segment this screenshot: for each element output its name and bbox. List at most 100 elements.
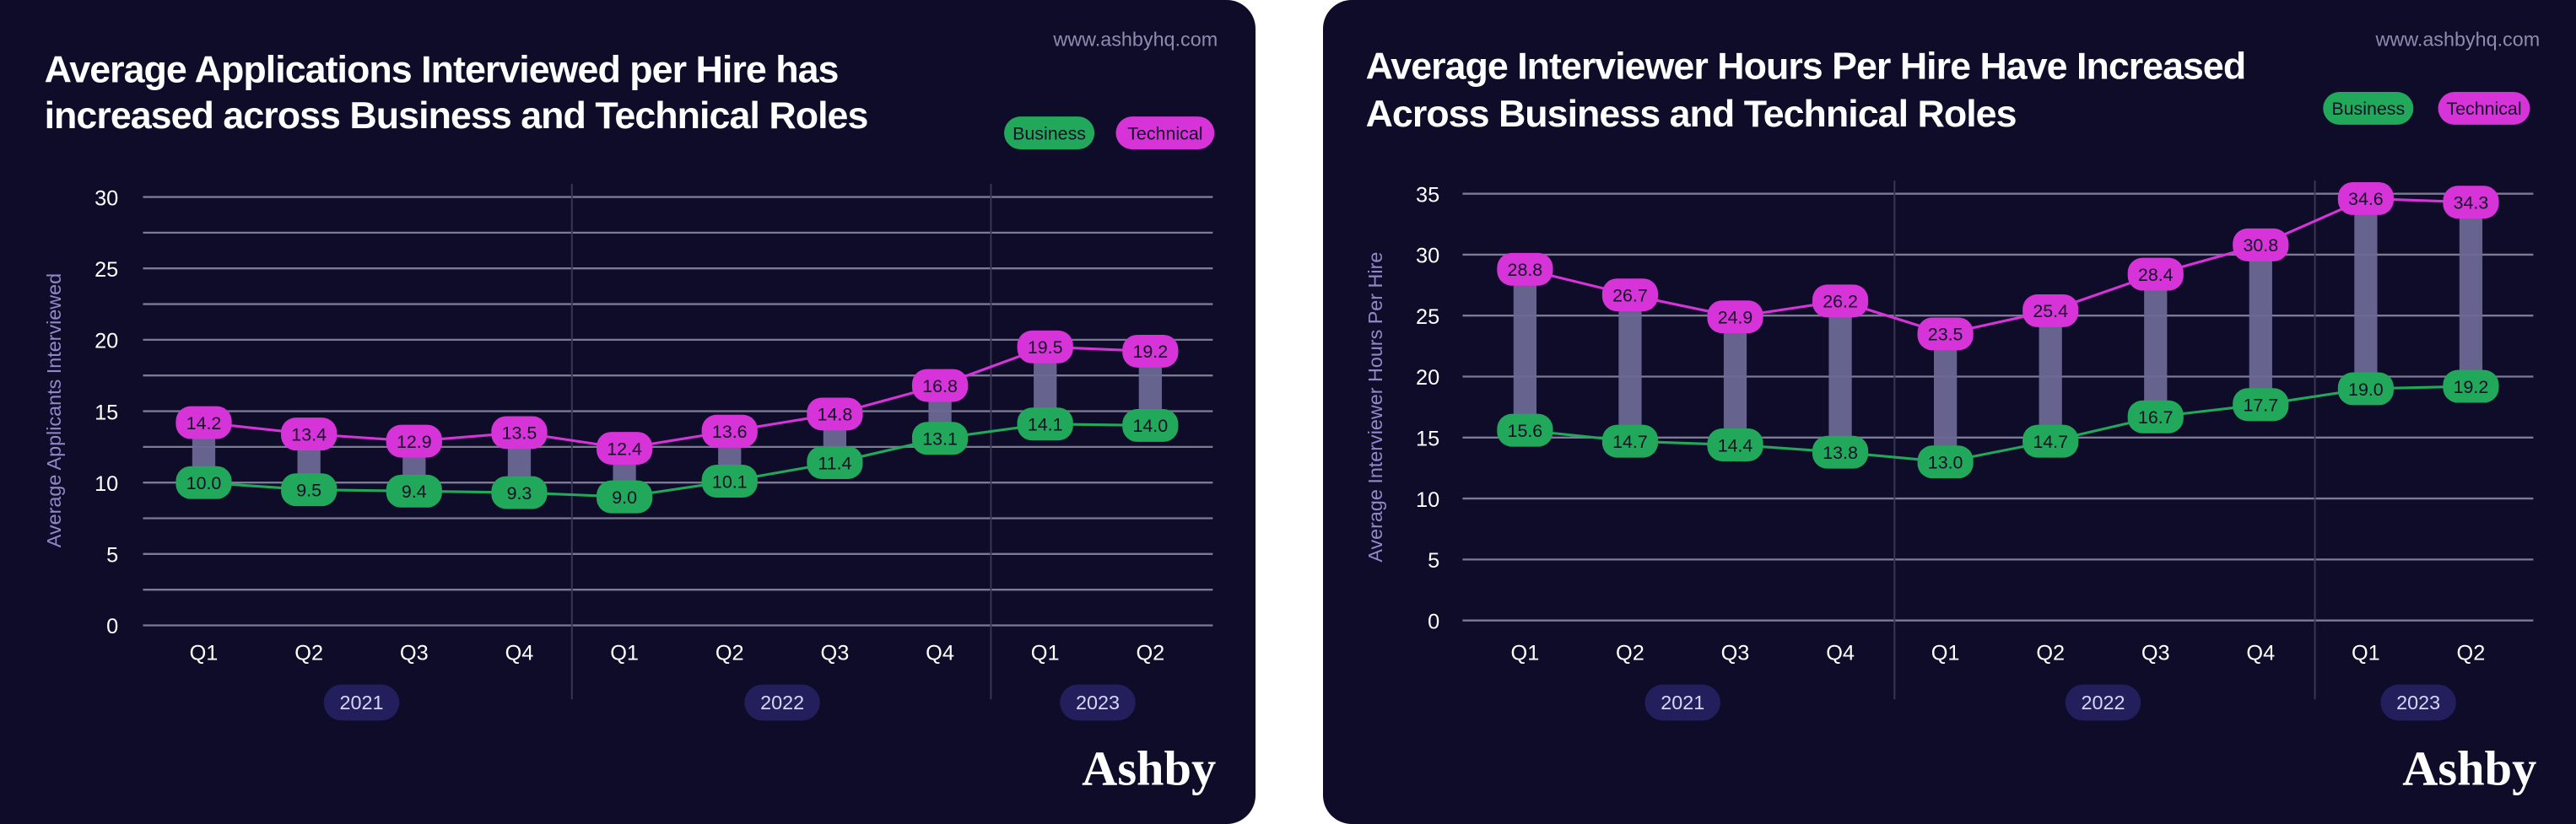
x-tick-label: Q1 xyxy=(1031,641,1060,665)
y-tick-label: 20 xyxy=(95,330,118,353)
data-label: 23.5 xyxy=(1928,325,1963,345)
legend-label: Business xyxy=(1013,123,1086,143)
range-bar xyxy=(2354,198,2378,389)
range-bar xyxy=(2144,274,2168,417)
chart-card-interviewer-hours: Average Interviewer Hours Per Hire Have … xyxy=(1323,0,2576,824)
legend-label: Technical xyxy=(1127,123,1202,143)
range-bar xyxy=(2459,202,2483,387)
chart-root: Average Applications Interviewed per Hir… xyxy=(43,29,1218,796)
data-label: 9.0 xyxy=(612,487,637,508)
data-label: 24.9 xyxy=(1718,307,1753,327)
data-label: 14.8 xyxy=(818,405,853,425)
range-bar xyxy=(1828,300,1852,453)
y-tick-label: 5 xyxy=(106,544,118,568)
series-line-business xyxy=(1525,385,2471,464)
x-tick-label: Q3 xyxy=(2141,641,2170,665)
data-label: 12.9 xyxy=(397,432,432,452)
year-label: 2023 xyxy=(2396,692,2440,714)
x-tick-label: Q1 xyxy=(1931,641,1960,665)
x-tick-label: Q2 xyxy=(1136,641,1164,665)
data-label: 14.0 xyxy=(1133,416,1169,436)
x-tick-label: Q1 xyxy=(190,641,219,665)
data-label: 10.0 xyxy=(186,473,222,493)
data-label: 9.4 xyxy=(402,482,427,502)
x-tick-label: Q3 xyxy=(1721,641,1750,665)
y-axis-title: Average Interviewer Hours Per Hire xyxy=(1364,252,1386,563)
x-tick-label: Q4 xyxy=(505,641,534,665)
y-tick-label: 5 xyxy=(1428,549,1439,573)
source-url: www.ashbyhq.com xyxy=(2375,28,2541,50)
y-tick-label: 25 xyxy=(1416,305,1439,329)
x-tick-label: Q1 xyxy=(1511,641,1540,665)
data-label: 14.2 xyxy=(186,413,222,434)
y-tick-label: 10 xyxy=(95,472,118,496)
range-bar xyxy=(1723,316,1747,445)
legend-label: Technical xyxy=(2446,99,2521,119)
year-label: 2023 xyxy=(1076,692,1120,714)
data-label: 12.4 xyxy=(607,439,642,459)
data-label: 13.4 xyxy=(291,424,327,444)
data-label: 25.4 xyxy=(2033,301,2068,321)
y-tick-label: 10 xyxy=(1416,488,1439,512)
range-bar xyxy=(1934,333,1958,462)
data-label: 16.7 xyxy=(2138,407,2174,428)
x-tick-label: Q4 xyxy=(1826,641,1855,665)
year-label: 2021 xyxy=(1661,692,1704,714)
legend: Business Technical xyxy=(2323,91,2530,125)
data-label: 28.8 xyxy=(1508,260,1543,280)
range-bar xyxy=(2249,245,2272,405)
data-label: 26.2 xyxy=(1823,292,1858,312)
chart-root: Average Interviewer Hours Per Hire Have … xyxy=(1364,28,2540,795)
chart-title-line: increased across Business and Technical … xyxy=(45,94,868,137)
legend: Business Technical xyxy=(1004,116,1215,150)
data-label: 19.2 xyxy=(1133,342,1169,362)
y-tick-label: 30 xyxy=(1416,245,1439,268)
y-tick-label: 15 xyxy=(1416,428,1439,451)
series-line-technical xyxy=(203,345,1151,450)
range-bar xyxy=(1618,294,1642,442)
data-label: 19.0 xyxy=(2348,380,2384,400)
y-tick-label: 15 xyxy=(95,401,118,424)
series-line-business xyxy=(203,423,1151,498)
chart-title-line: Average Applications Interviewed per Hir… xyxy=(45,48,839,90)
year-label: 2022 xyxy=(2082,692,2125,714)
year-label: 2021 xyxy=(339,692,383,714)
year-label: 2022 xyxy=(760,692,804,714)
data-label: 13.0 xyxy=(1928,453,1963,473)
range-bar xyxy=(1513,269,1537,431)
source-url: www.ashbyhq.com xyxy=(1052,29,1218,51)
data-label: 13.5 xyxy=(502,423,537,444)
chart-title-line: Across Business and Technical Roles xyxy=(1366,93,2017,135)
interviewer-hours-chart: Average Interviewer Hours Per Hire Have … xyxy=(1364,28,2540,795)
data-label: 13.6 xyxy=(712,422,748,442)
data-label: 34.3 xyxy=(2454,193,2489,213)
ashby-logo: Ashby xyxy=(2402,741,2536,795)
data-label: 11.4 xyxy=(818,453,851,473)
y-tick-label: 0 xyxy=(106,615,118,638)
y-tick-label: 30 xyxy=(95,186,118,210)
data-label: 30.8 xyxy=(2243,235,2278,256)
chart-title-line: Average Interviewer Hours Per Hire Have … xyxy=(1366,45,2246,87)
data-label: 13.8 xyxy=(1823,443,1858,463)
x-tick-label: Q2 xyxy=(2036,641,2065,665)
data-label: 14.7 xyxy=(1612,432,1648,452)
data-label: 19.5 xyxy=(1028,337,1063,358)
range-bar xyxy=(2039,310,2062,442)
legend-label: Business xyxy=(2331,99,2405,119)
chart-card-applications: Average Applications Interviewed per Hir… xyxy=(0,0,1256,824)
data-label: 14.4 xyxy=(1718,435,1753,455)
x-tick-label: Q2 xyxy=(294,641,323,665)
y-axis-title: Average Applicants Interviewed xyxy=(43,273,65,547)
ashby-logo: Ashby xyxy=(1082,741,1216,795)
x-tick-label: Q1 xyxy=(610,641,639,665)
x-tick-label: Q4 xyxy=(2246,641,2275,665)
data-label: 16.8 xyxy=(922,376,958,396)
data-label: 14.7 xyxy=(2033,432,2068,452)
x-tick-label: Q2 xyxy=(1616,641,1644,665)
data-label: 34.6 xyxy=(2348,189,2384,209)
data-label: 10.1 xyxy=(712,471,748,492)
x-tick-label: Q4 xyxy=(926,641,954,665)
series-line-technical xyxy=(1525,197,2471,336)
x-tick-label: Q1 xyxy=(2352,641,2380,665)
data-label: 9.5 xyxy=(296,480,321,500)
